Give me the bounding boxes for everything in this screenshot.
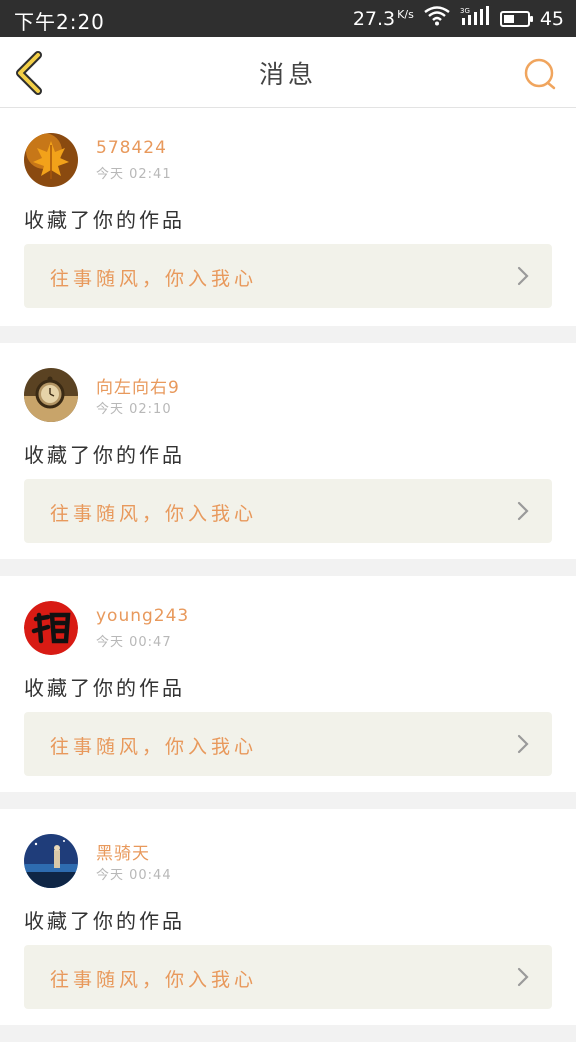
maple-leaf-avatar-icon xyxy=(24,133,78,187)
status-bar: 下午2:20 27.3 K/s 3G 45 xyxy=(0,0,576,37)
work-title: 往事随风，你入我心 xyxy=(50,503,258,525)
chevron-right-icon xyxy=(517,501,529,521)
work-link[interactable]: 往事随风，你入我心 xyxy=(24,945,552,1009)
search-button[interactable] xyxy=(522,56,558,92)
username[interactable]: 向左向右9 xyxy=(96,373,180,398)
status-right: 27.3 K/s 3G 45 xyxy=(353,6,564,31)
top-bar: 消息 xyxy=(0,37,576,108)
work-title: 往事随风，你入我心 xyxy=(50,736,258,758)
network-speed-value: 27.3 xyxy=(352,7,396,30)
message-time: 今天 02:10 xyxy=(96,402,172,417)
work-link[interactable]: 往事随风，你入我心 xyxy=(24,244,552,308)
message-action: 收藏了你的作品 xyxy=(24,909,185,933)
chevron-right-icon xyxy=(517,266,529,286)
network-speed-unit: K/s xyxy=(397,7,414,21)
work-title: 往事随风，你入我心 xyxy=(50,268,258,290)
message-time: 今天 00:44 xyxy=(96,868,172,883)
work-link[interactable]: 往事随风，你入我心 xyxy=(24,479,552,543)
battery-icon xyxy=(499,10,533,27)
message-list: 578424 今天 02:41 收藏了你的作品 往事随风，你入我心 向左向右9 … xyxy=(0,108,576,1042)
username[interactable]: 黑骑天 xyxy=(96,839,150,864)
svg-text:3G: 3G xyxy=(460,7,470,15)
message-time: 今天 00:47 xyxy=(96,635,172,650)
wifi-icon xyxy=(424,6,450,31)
message-card: 578424 今天 02:41 收藏了你的作品 往事随风，你入我心 xyxy=(0,108,576,326)
avatar[interactable] xyxy=(24,601,78,655)
work-link[interactable]: 往事随风，你入我心 xyxy=(24,712,552,776)
chevron-right-icon xyxy=(517,734,529,754)
message-action: 收藏了你的作品 xyxy=(24,676,185,700)
message-action: 收藏了你的作品 xyxy=(24,443,185,467)
signal-icon: 3G xyxy=(460,6,490,31)
night-scene-avatar-icon xyxy=(24,834,78,888)
chevron-right-icon xyxy=(517,967,529,987)
network-speed: 27.3 K/s xyxy=(353,8,414,30)
avatar[interactable] xyxy=(24,834,78,888)
page-title: 消息 xyxy=(258,60,317,89)
message-time: 今天 02:41 xyxy=(96,167,172,182)
username[interactable]: young243 xyxy=(96,606,189,626)
calligraphy-avatar-icon xyxy=(24,601,78,655)
message-card: 黑骑天 今天 00:44 收藏了你的作品 往事随风，你入我心 xyxy=(0,809,576,1025)
work-title: 往事随风，你入我心 xyxy=(50,969,258,991)
status-time: 下午2:20 xyxy=(14,10,105,34)
battery-percent: 45 xyxy=(539,7,564,30)
search-icon xyxy=(524,58,556,90)
message-action: 收藏了你的作品 xyxy=(24,208,185,232)
username[interactable]: 578424 xyxy=(96,138,167,158)
avatar[interactable] xyxy=(24,368,78,422)
message-card: 向左向右9 今天 02:10 收藏了你的作品 往事随风，你入我心 xyxy=(0,343,576,559)
message-card: young243 今天 00:47 收藏了你的作品 往事随风，你入我心 xyxy=(0,576,576,792)
pocket-watch-avatar-icon xyxy=(24,368,78,422)
avatar[interactable] xyxy=(24,133,78,187)
